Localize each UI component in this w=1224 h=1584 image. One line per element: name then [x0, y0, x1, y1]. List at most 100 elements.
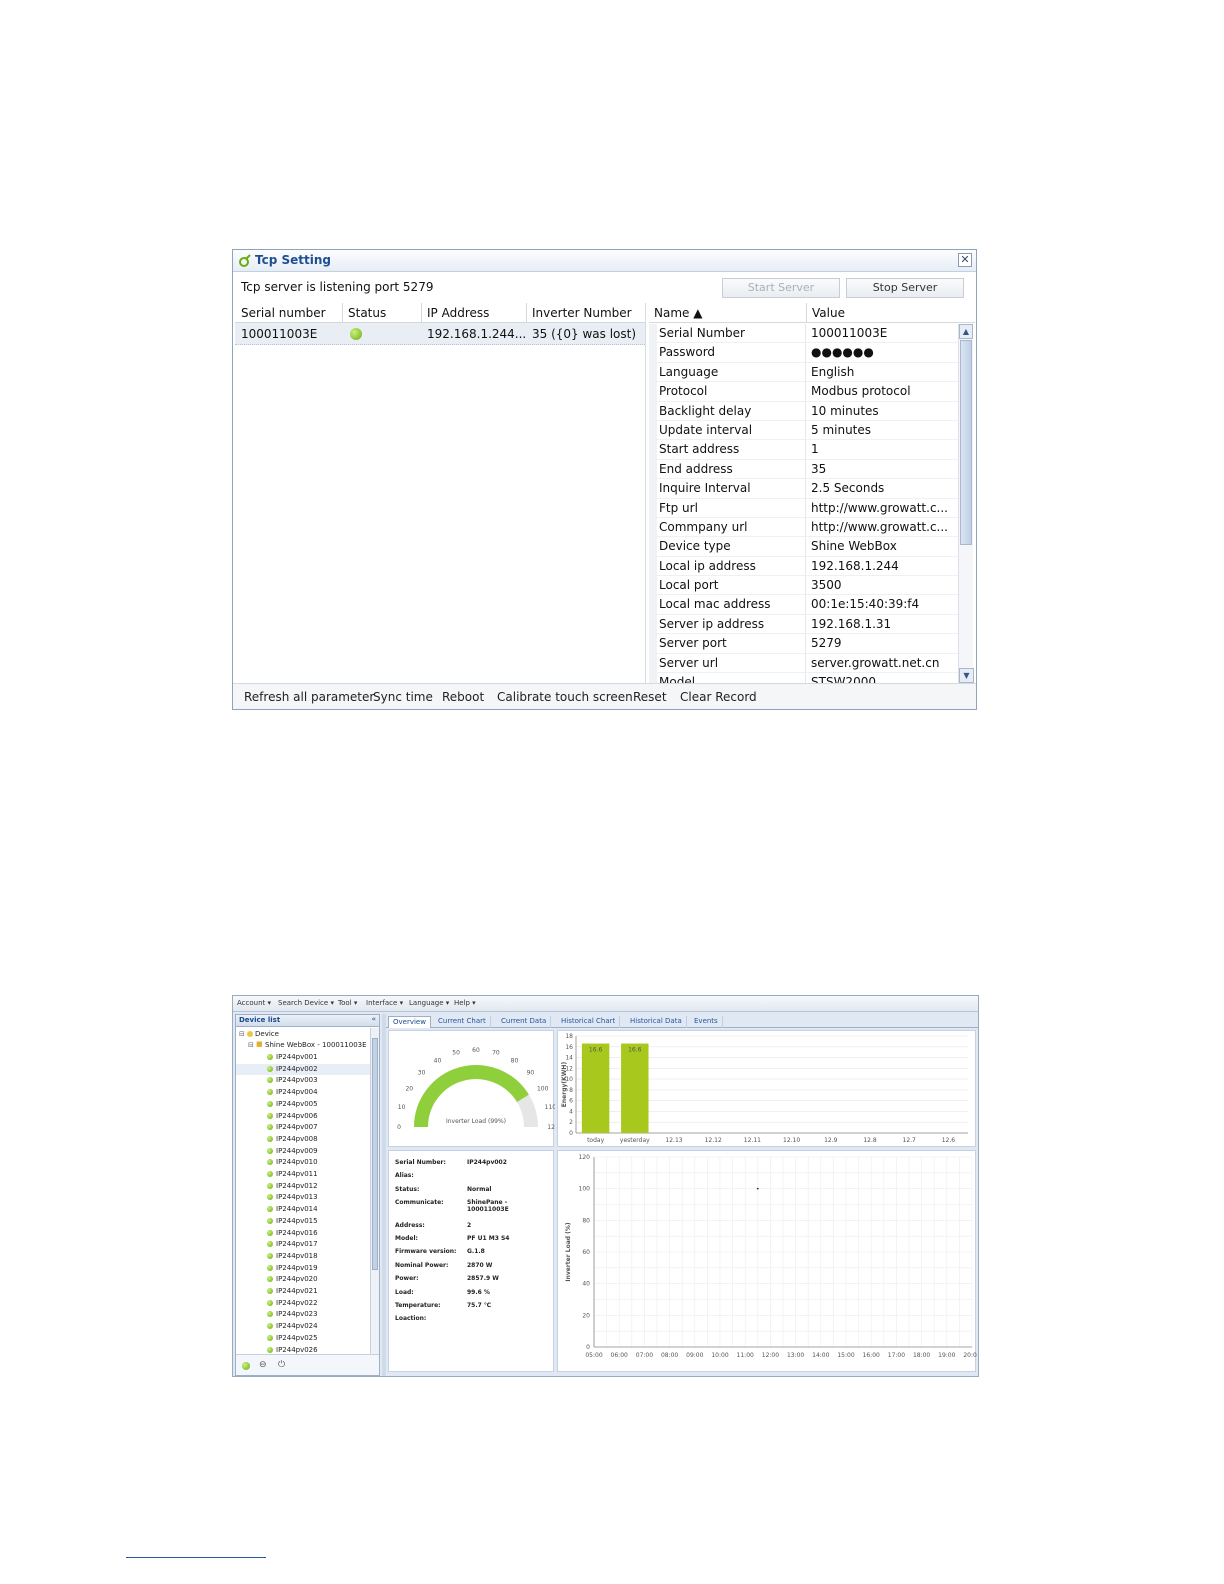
tree-root[interactable]: Device — [255, 1030, 279, 1038]
tree-expand-icon[interactable]: ⊟ — [248, 1041, 254, 1049]
clear-record-button[interactable]: Clear Record — [680, 690, 757, 704]
menu-help[interactable]: Help ▾ — [454, 999, 476, 1007]
property-row[interactable]: Device type Shine WebBox — [649, 537, 959, 557]
property-row[interactable]: Backlight delay 10 minutes — [649, 402, 959, 421]
device-tree-item[interactable]: IP244pv017 — [236, 1239, 372, 1250]
scroll-thumb[interactable] — [960, 340, 972, 545]
property-row[interactable]: Serial Number 100011003E — [649, 324, 959, 344]
property-row[interactable]: Local mac address 00:1e:15:40:39:f4 — [649, 595, 959, 615]
device-tree-item[interactable]: IP244pv005 — [236, 1099, 372, 1110]
property-row[interactable]: End address 35 — [649, 460, 959, 480]
device-tree-item[interactable]: IP244pv013 — [236, 1192, 372, 1203]
menu-language[interactable]: Language ▾ — [409, 999, 449, 1007]
refresh-all-parameter-button[interactable]: Refresh all parameter — [244, 690, 374, 704]
menu-search-device[interactable]: Search Device ▾ — [278, 999, 334, 1007]
power-icon[interactable]: ⏻ — [278, 1360, 285, 1370]
device-tree-item[interactable]: IP244pv002 — [236, 1063, 372, 1075]
device-tree-item[interactable]: IP244pv014 — [236, 1204, 372, 1215]
property-row[interactable]: Start address 1 — [649, 440, 959, 460]
property-row[interactable]: Language English — [649, 363, 959, 383]
device-tree-item[interactable]: IP244pv020 — [236, 1274, 372, 1285]
column-name[interactable]: Name ▲ — [654, 306, 702, 320]
device-tree-item[interactable]: IP244pv022 — [236, 1298, 372, 1309]
property-value[interactable]: 00:1e:15:40:39:f4 — [811, 597, 954, 611]
device-tree-item[interactable]: IP244pv003 — [236, 1075, 372, 1086]
property-value[interactable]: 2.5 Seconds — [811, 481, 954, 495]
reboot-button[interactable]: Reboot — [442, 690, 484, 704]
device-tree-item[interactable]: IP244pv004 — [236, 1087, 372, 1098]
device-tree-item[interactable]: IP244pv023 — [236, 1309, 372, 1320]
tab-current-chart[interactable]: Current Chart — [434, 1016, 491, 1028]
device-tree-item[interactable]: IP244pv025 — [236, 1333, 372, 1344]
device-tree-item[interactable]: IP244pv010 — [236, 1157, 372, 1168]
start-server-button[interactable]: Start Server — [722, 278, 840, 298]
device-tree-item[interactable]: IP244pv001 — [236, 1052, 372, 1063]
property-row[interactable]: Protocol Modbus protocol — [649, 382, 959, 402]
scroll-down-icon[interactable]: ▼ — [959, 668, 974, 683]
menu-account[interactable]: Account ▾ — [237, 999, 271, 1007]
property-row[interactable]: Password ●●●●●● — [649, 343, 959, 363]
property-row[interactable]: Server ip address 192.168.1.31 — [649, 615, 959, 635]
online-filter-icon[interactable] — [242, 1362, 250, 1370]
column-status[interactable]: Status — [348, 306, 386, 320]
device-tree-item[interactable]: IP244pv016 — [236, 1228, 372, 1239]
device-tree-item[interactable]: IP244pv008 — [236, 1134, 372, 1145]
device-tree-item[interactable]: IP244pv006 — [236, 1111, 372, 1122]
device-list-scrollbar[interactable] — [370, 1028, 379, 1354]
scroll-up-icon[interactable]: ▲ — [959, 324, 973, 339]
tab-current-data[interactable]: Current Data — [497, 1016, 552, 1028]
tab-historical-chart[interactable]: Historical Chart — [557, 1016, 621, 1028]
property-row[interactable]: Local ip address 192.168.1.244 — [649, 557, 959, 577]
property-value[interactable]: http://www.growatt.c... — [811, 501, 954, 515]
property-scrollbar[interactable]: ▲ ▼ — [958, 324, 974, 683]
property-value[interactable]: http://www.growatt.c... — [811, 520, 954, 534]
property-value[interactable]: English — [811, 365, 954, 379]
property-value[interactable]: STSW2000 — [811, 675, 954, 683]
property-value[interactable]: 3500 — [811, 578, 954, 592]
dialog-titlebar[interactable]: Tcp Setting ✕ — [233, 250, 976, 272]
stop-server-button[interactable]: Stop Server — [846, 278, 964, 298]
device-tree-item[interactable]: IP244pv026 — [236, 1345, 372, 1355]
property-value[interactable]: 10 minutes — [811, 404, 954, 418]
property-row[interactable]: Server port 5279 — [649, 634, 959, 654]
calibrate-touch-screen-button[interactable]: Calibrate touch screen — [497, 690, 633, 704]
property-value[interactable]: 192.168.1.244 — [811, 559, 954, 573]
device-tree-item[interactable]: IP244pv009 — [236, 1146, 372, 1157]
property-value[interactable]: Shine WebBox — [811, 539, 954, 553]
reset-button[interactable]: Reset — [633, 690, 667, 704]
device-tree-item[interactable]: IP244pv018 — [236, 1251, 372, 1262]
device-tree-item[interactable]: IP244pv021 — [236, 1286, 372, 1297]
property-row[interactable]: Local port 3500 — [649, 576, 959, 596]
device-tree-item[interactable]: IP244pv015 — [236, 1216, 372, 1227]
property-row[interactable]: Inquire Interval 2.5 Seconds — [649, 479, 959, 499]
tree-expand-icon[interactable]: ⊟ — [239, 1030, 245, 1038]
tab-historical-data[interactable]: Historical Data — [626, 1016, 687, 1028]
property-row[interactable]: Model STSW2000 — [649, 673, 959, 683]
property-row[interactable]: Ftp url http://www.growatt.c... — [649, 499, 959, 518]
collapse-icon[interactable]: « — [371, 1015, 376, 1023]
menu-interface[interactable]: Interface ▾ — [366, 999, 403, 1007]
property-value[interactable]: server.growatt.net.cn — [811, 656, 954, 670]
tree-webbox[interactable]: Shine WebBox - 100011003E — [265, 1041, 367, 1049]
close-icon[interactable]: ✕ — [958, 253, 972, 267]
property-row[interactable]: Commpany url http://www.growatt.c... — [649, 518, 959, 538]
device-tree-item[interactable]: IP244pv007 — [236, 1122, 372, 1133]
property-value[interactable]: 5279 — [811, 636, 954, 650]
property-value[interactable]: Modbus protocol — [811, 384, 954, 398]
tab-events[interactable]: Events — [690, 1016, 723, 1028]
menu-tool[interactable]: Tool ▾ — [338, 999, 357, 1007]
column-value[interactable]: Value — [812, 306, 845, 320]
device-tree-item[interactable]: IP244pv019 — [236, 1263, 372, 1274]
column-inverter-number[interactable]: Inverter Number — [532, 306, 632, 320]
tab-overview[interactable]: Overview — [388, 1016, 431, 1028]
scroll-thumb[interactable] — [372, 1038, 378, 1270]
column-ip-address[interactable]: IP Address — [427, 306, 489, 320]
device-tree-item[interactable]: IP244pv012 — [236, 1181, 372, 1192]
property-value[interactable]: 192.168.1.31 — [811, 617, 954, 631]
sync-time-button[interactable]: Sync time — [373, 690, 433, 704]
property-value[interactable]: 100011003E — [811, 326, 954, 340]
property-value[interactable]: 1 — [811, 442, 954, 456]
property-value[interactable]: ●●●●●● — [811, 345, 954, 359]
device-tree-item[interactable]: IP244pv024 — [236, 1321, 372, 1332]
property-value[interactable]: 5 minutes — [811, 423, 954, 437]
